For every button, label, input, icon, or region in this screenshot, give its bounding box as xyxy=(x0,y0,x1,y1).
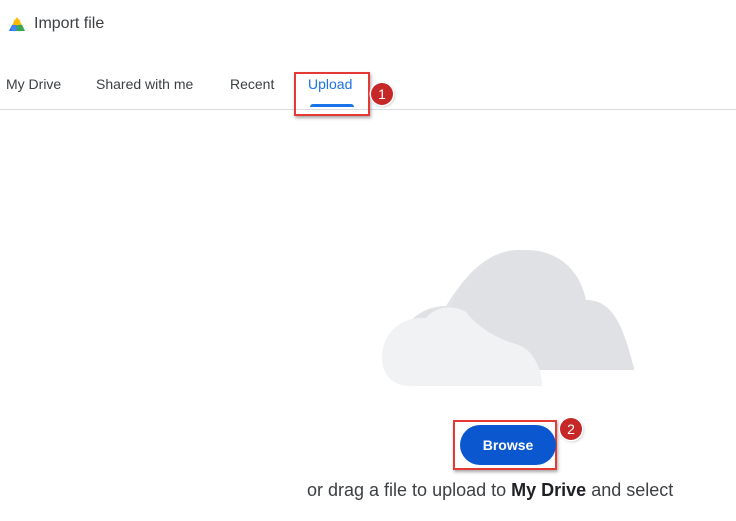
step-marker-2: 2 xyxy=(560,418,582,440)
dialog-title: Import file xyxy=(34,15,105,32)
google-drive-logo-icon xyxy=(9,17,25,32)
step-marker-1: 1 xyxy=(371,83,393,105)
drag-target: My Drive xyxy=(511,480,587,500)
highlight-box-upload-tab xyxy=(294,72,370,116)
browse-button[interactable]: Browse xyxy=(460,425,556,465)
tab-recent[interactable]: Recent xyxy=(230,76,274,92)
tab-my-drive[interactable]: My Drive xyxy=(6,76,61,92)
cloud-icon xyxy=(382,249,634,386)
drag-text-suffix: and select xyxy=(586,480,674,500)
tab-shared-with-me[interactable]: Shared with me xyxy=(96,76,193,92)
drag-text-prefix: or drag a file to upload to xyxy=(307,480,512,500)
drag-instructions: or drag a file to upload to My Drive and… xyxy=(307,480,673,501)
dialog-header: Import file xyxy=(0,0,736,52)
